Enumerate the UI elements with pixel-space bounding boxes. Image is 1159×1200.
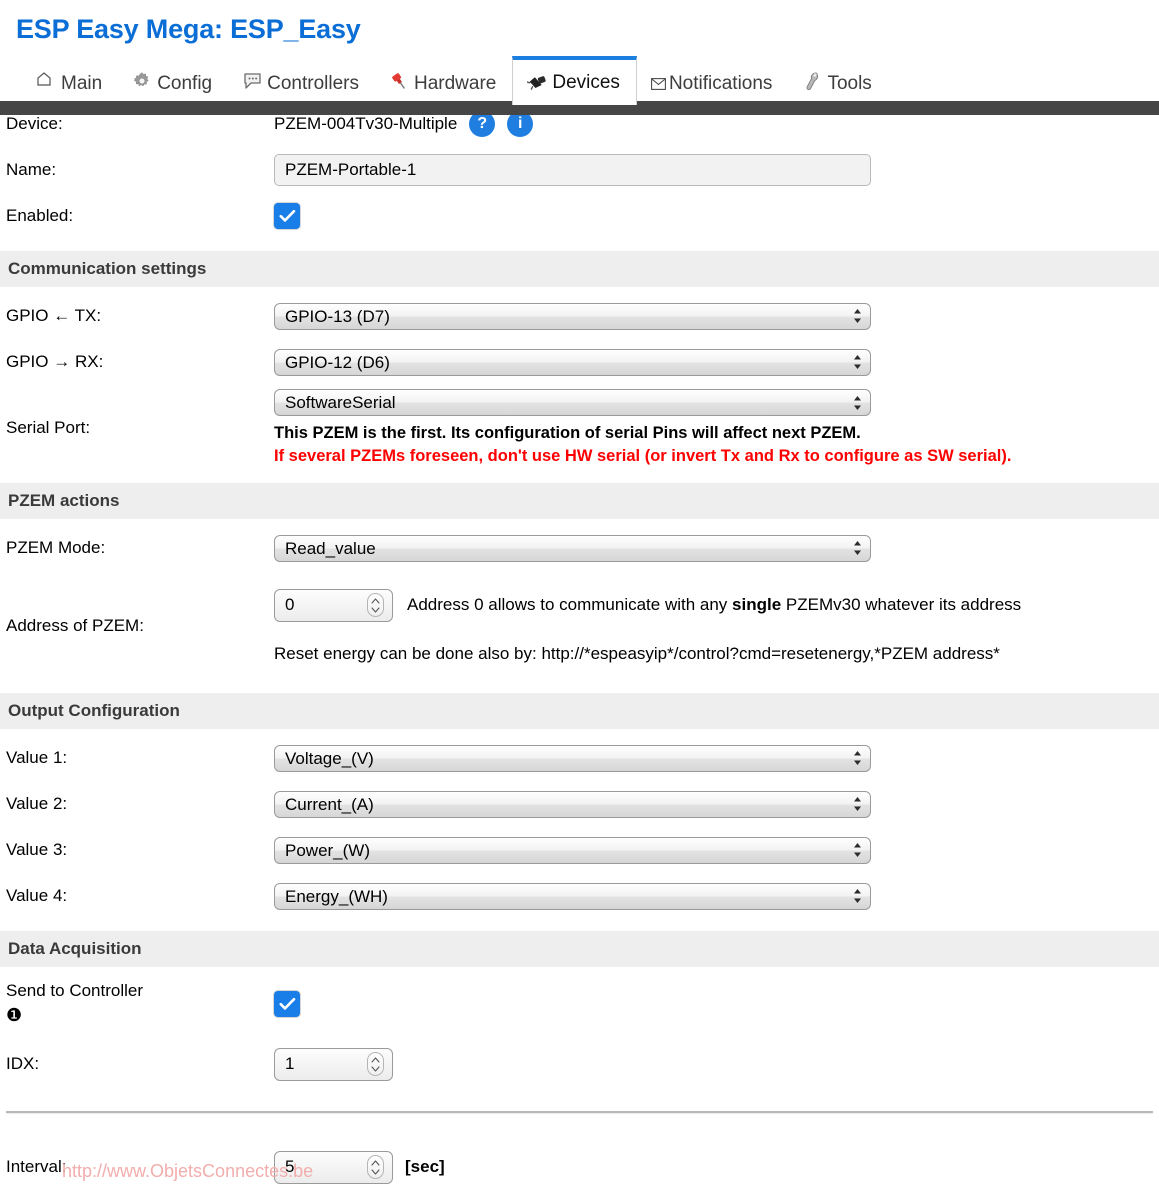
address-hint-bold: single xyxy=(732,595,782,614)
enabled-checkbox[interactable] xyxy=(274,203,300,229)
tab-main[interactable]: Main xyxy=(22,56,118,101)
reset-energy-hint: Reset energy can be done also by: http:/… xyxy=(274,643,1000,663)
tab-label: Tools xyxy=(827,73,872,94)
send-to-controller-checkbox[interactable] xyxy=(274,991,300,1017)
row-value-3: Value 3: Power_(W) xyxy=(0,827,1159,873)
value-1-select[interactable]: Voltage_(V) xyxy=(274,744,871,772)
row-value-1: Value 1: Voltage_(V) xyxy=(0,735,1159,781)
serial-port-label: Serial Port: xyxy=(6,418,91,437)
row-send-to-controller: Send to Controller ❶ xyxy=(0,973,1159,1035)
home-icon xyxy=(36,71,58,93)
device-label: Device: xyxy=(6,114,63,133)
row-enabled: Enabled: xyxy=(0,193,1159,239)
enabled-label: Enabled: xyxy=(6,206,74,225)
tab-notifications[interactable]: Notifications xyxy=(637,56,789,101)
section-pzem-actions: PZEM actions xyxy=(0,483,1159,519)
tab-config[interactable]: Config xyxy=(118,56,228,101)
tab-tools[interactable]: Tools xyxy=(788,56,887,101)
section-divider xyxy=(6,1111,1153,1114)
interval-stepper[interactable] xyxy=(367,1155,384,1179)
tab-bar: Main Config Controllers Hardware Devices… xyxy=(0,56,1159,115)
value-4-select[interactable]: Energy_(WH) xyxy=(274,882,871,910)
tab-label: Notifications xyxy=(668,73,773,94)
value-2-label: Value 2: xyxy=(6,794,68,813)
pzem-mode-label: PZEM Mode: xyxy=(6,538,106,557)
gpio-tx-select[interactable]: GPIO-13 (D7) xyxy=(274,302,871,330)
address-hint-pre: Address 0 allows to communicate with any xyxy=(407,595,733,614)
row-gpio-rx: GPIO → RX: GPIO-12 (D6) xyxy=(0,339,1159,385)
gear-icon xyxy=(132,71,154,93)
serial-port-warning: If several PZEMs foreseen, don't use HW … xyxy=(274,446,1012,465)
gpio-rx-select[interactable]: GPIO-12 (D6) xyxy=(274,348,871,376)
gpio-tx-label: GPIO ← TX: xyxy=(6,306,102,325)
row-serial-port: Serial Port: SoftwareSerial This PZEM is… xyxy=(0,385,1159,471)
tab-label: Main xyxy=(61,73,103,94)
section-output-configuration: Output Configuration xyxy=(0,693,1159,729)
plug-icon xyxy=(527,72,549,94)
tab-label: Devices xyxy=(552,72,620,93)
value-2-select[interactable]: Current_(A) xyxy=(274,790,871,818)
envelope-icon xyxy=(650,78,666,93)
page-title: ESP Easy Mega: ESP_Easy xyxy=(16,14,361,44)
gpio-rx-label: GPIO → RX: xyxy=(6,352,104,371)
wrench-icon xyxy=(802,71,824,93)
send-to-controller-label: Send to Controller ❶ xyxy=(6,980,274,1028)
value-3-label: Value 3: xyxy=(6,840,68,859)
name-label: Name: xyxy=(6,160,57,179)
speech-bubble-icon xyxy=(242,71,264,93)
row-address-of-pzem: Address of PZEM: Address 0 allows to com… xyxy=(0,571,1159,681)
device-settings-form: Device: PZEM-004Tv30-Multiple ? i Name: … xyxy=(0,101,1159,1190)
tab-hardware[interactable]: Hardware xyxy=(375,56,512,101)
tab-label: Controllers xyxy=(267,73,359,94)
serial-port-select[interactable]: SoftwareSerial xyxy=(274,389,871,417)
row-gpio-tx: GPIO ← TX: GPIO-13 (D7) xyxy=(0,293,1159,339)
device-value: PZEM-004Tv30-Multiple xyxy=(274,114,458,133)
address-of-pzem-label: Address of PZEM: xyxy=(6,616,144,635)
pzem-mode-select[interactable]: Read_value xyxy=(274,534,871,562)
pushpin-icon xyxy=(389,71,411,93)
section-communication-settings: Communication settings xyxy=(0,251,1159,287)
tab-label: Config xyxy=(157,73,213,94)
interval-label: Interval: xyxy=(6,1157,67,1176)
row-idx: IDX: xyxy=(0,1035,1159,1093)
idx-stepper[interactable] xyxy=(367,1052,384,1076)
name-input[interactable] xyxy=(274,154,871,186)
send-to-controller-text: Send to Controller xyxy=(6,981,144,1001)
idx-label: IDX: xyxy=(6,1054,40,1073)
serial-port-note: This PZEM is the first. Its configuratio… xyxy=(274,424,861,443)
row-name: Name: xyxy=(0,147,1159,193)
tab-devices[interactable]: Devices xyxy=(512,56,637,105)
value-3-select[interactable]: Power_(W) xyxy=(274,836,871,864)
row-pzem-mode: PZEM Mode: Read_value xyxy=(0,525,1159,571)
address-stepper[interactable] xyxy=(367,593,384,617)
tab-list: Main Config Controllers Hardware Devices… xyxy=(0,56,1159,105)
tab-controllers[interactable]: Controllers xyxy=(228,56,375,101)
section-data-acquisition: Data Acquisition xyxy=(0,931,1159,967)
tab-label: Hardware xyxy=(413,73,497,94)
row-value-4: Value 4: Energy_(WH) xyxy=(0,873,1159,919)
controller-number-marker: ❶ xyxy=(6,1005,23,1025)
value-1-label: Value 1: xyxy=(6,748,68,767)
address-hint-post: PZEMv30 whatever its address xyxy=(781,595,1022,614)
row-interval: Interval: [sec] xyxy=(0,1144,1159,1190)
address-hint: Address 0 allows to communicate with any… xyxy=(407,595,1021,615)
row-value-2: Value 2: Current_(A) xyxy=(0,781,1159,827)
interval-unit: [sec] xyxy=(405,1157,445,1176)
value-4-label: Value 4: xyxy=(6,886,68,905)
